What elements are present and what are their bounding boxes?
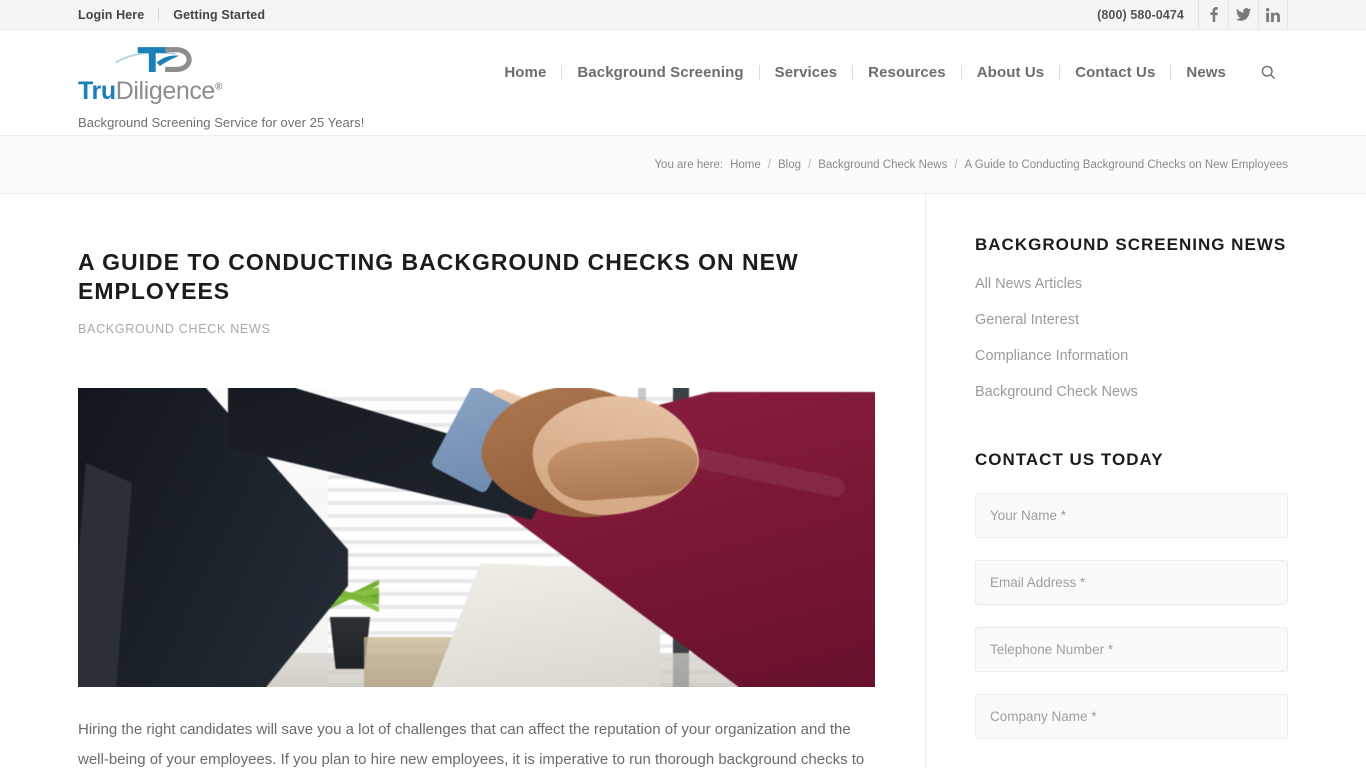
your-name-field[interactable] xyxy=(975,492,1288,538)
email-address-field[interactable] xyxy=(975,559,1288,605)
logo-text-diligence: Diligence xyxy=(115,77,216,105)
article-category: Background Check News xyxy=(78,321,271,336)
list-item: All News Articles xyxy=(975,275,1288,293)
topbar-left-links: Login Here Getting Started xyxy=(78,8,265,22)
sidebar-news-heading: Background Screening News xyxy=(975,235,1287,254)
twitter-icon[interactable] xyxy=(1228,0,1258,30)
sidebar-news-list: All News Articles General Interest Compl… xyxy=(975,275,1288,401)
article-paragraph: Hiring the right candidates will save yo… xyxy=(78,720,865,768)
sidebar-item-background-check-news[interactable]: Background Check News xyxy=(975,384,1138,400)
linkedin-icon[interactable] xyxy=(1258,0,1288,30)
phone-number[interactable]: (800) 580-0474 xyxy=(1097,8,1184,22)
site-logo-link[interactable]: TruDiligence® xyxy=(78,42,489,104)
breadcrumb-separator: / xyxy=(954,158,958,171)
social-links xyxy=(1198,0,1288,30)
list-item: Compliance Information xyxy=(975,347,1288,365)
content-sidebar-divider xyxy=(925,194,926,768)
nav-item-news[interactable]: News xyxy=(1171,64,1241,81)
contact-form xyxy=(975,492,1288,761)
nav-item-home[interactable]: Home xyxy=(489,64,561,81)
company-name-field[interactable] xyxy=(975,693,1288,739)
page-title: A Guide to Conducting Background Checks … xyxy=(78,249,799,305)
nav-item-services[interactable]: Services xyxy=(760,64,853,81)
site-header: TruDiligence® Background Screening Servi… xyxy=(0,30,1366,136)
main-navigation: Home Background Screening Services Resou… xyxy=(489,30,1288,112)
nav-item-contact-us[interactable]: Contact Us xyxy=(1060,64,1170,81)
breadcrumb-bar: You are here: Home / Blog / Background C… xyxy=(0,136,1366,194)
list-item: Background Check News xyxy=(975,383,1288,401)
nav-item-resources[interactable]: Resources xyxy=(853,64,961,81)
article-content: A Guide to Conducting Background Checks … xyxy=(78,194,925,768)
sidebar: Background Screening News All News Artic… xyxy=(925,194,1288,768)
logo-wordmark: TruDiligence® xyxy=(78,79,489,104)
login-here-link[interactable]: Login Here xyxy=(78,8,144,22)
topbar-divider xyxy=(158,8,160,21)
breadcrumb: You are here: Home / Blog / Background C… xyxy=(654,159,1288,171)
registered-mark: ® xyxy=(214,81,222,93)
list-item: General Interest xyxy=(975,311,1288,329)
featured-image xyxy=(78,387,875,687)
sidebar-item-all-news-articles[interactable]: All News Articles xyxy=(975,276,1082,292)
breadcrumb-separator: / xyxy=(808,158,812,171)
brand-tagline: Background Screening Service for over 25… xyxy=(78,115,365,130)
getting-started-link[interactable]: Getting Started xyxy=(173,8,265,22)
sidebar-item-compliance-information[interactable]: Compliance Information xyxy=(975,348,1128,364)
telephone-number-field[interactable] xyxy=(975,626,1288,672)
breadcrumb-item-home[interactable]: Home xyxy=(730,159,761,171)
breadcrumb-prefix: You are here: xyxy=(654,158,724,171)
brand-block: TruDiligence® Background Screening Servi… xyxy=(78,30,489,130)
nav-item-background-screening[interactable]: Background Screening xyxy=(562,64,758,81)
breadcrumb-separator: / xyxy=(767,158,771,171)
top-utility-bar: Login Here Getting Started (800) 580-047… xyxy=(0,0,1366,30)
trudiligence-logo-mark xyxy=(114,47,192,72)
page-body: A Guide to Conducting Background Checks … xyxy=(0,194,1366,768)
breadcrumb-item-blog[interactable]: Blog xyxy=(778,159,801,171)
search-icon[interactable] xyxy=(1241,65,1288,80)
logo-text-tru: Tru xyxy=(78,77,116,105)
topbar-right-group: (800) 580-0474 xyxy=(1097,0,1288,30)
sidebar-item-general-interest[interactable]: General Interest xyxy=(975,312,1079,328)
facebook-icon[interactable] xyxy=(1198,0,1228,30)
sidebar-contact-heading: Contact Us Today xyxy=(975,449,1164,469)
nav-item-about-us[interactable]: About Us xyxy=(962,64,1059,81)
breadcrumb-item-current: A Guide to Conducting Background Checks … xyxy=(964,158,1288,171)
breadcrumb-item-background-check-news[interactable]: Background Check News xyxy=(818,159,947,171)
